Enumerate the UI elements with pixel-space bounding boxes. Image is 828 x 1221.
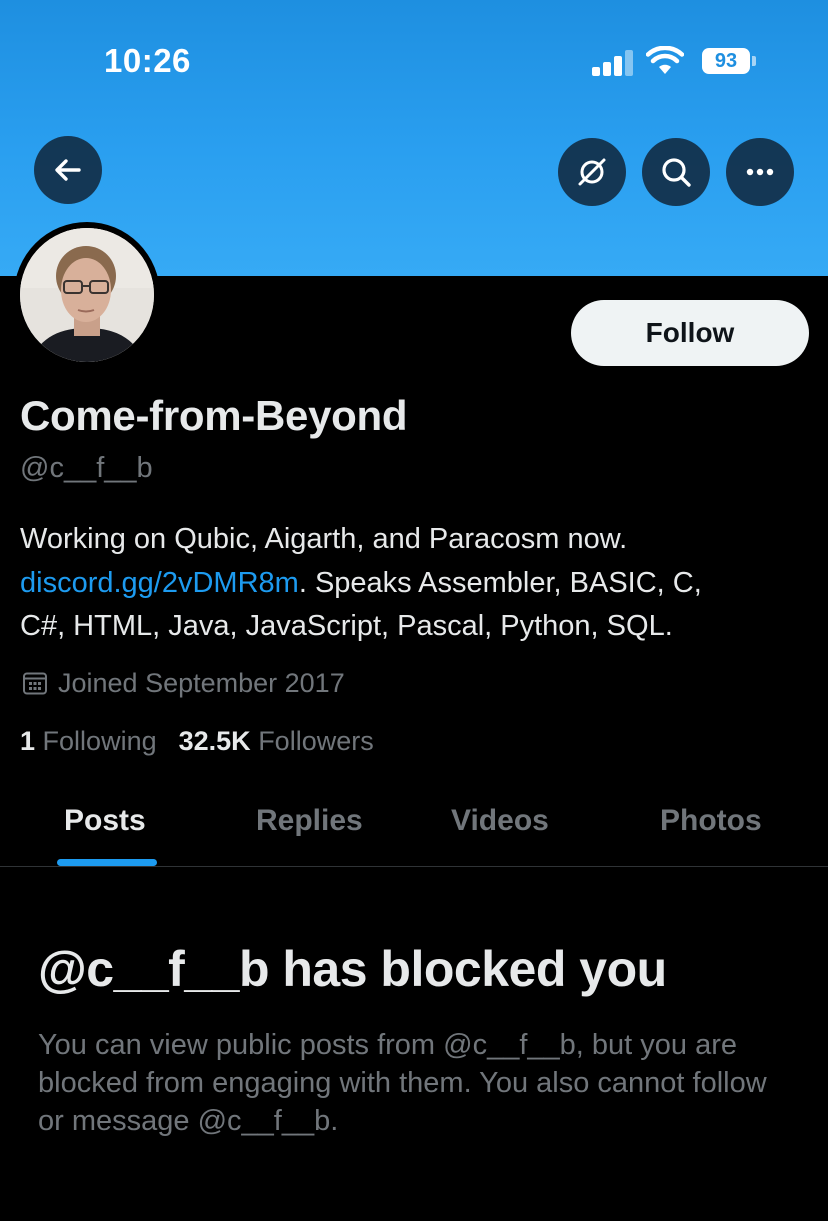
- back-button[interactable]: [34, 136, 102, 204]
- follow-stats: 1 Following 32.5K Followers: [20, 726, 374, 757]
- arrow-left-icon: [55, 159, 81, 181]
- followers-label: Followers: [258, 726, 374, 756]
- following-link[interactable]: 1 Following: [20, 726, 157, 757]
- avatar[interactable]: [14, 222, 160, 368]
- followers-link[interactable]: 32.5K Followers: [179, 726, 374, 757]
- status-time: 10:26: [104, 42, 191, 79]
- tabs-divider: [0, 866, 828, 867]
- bio-line-2-text: . Speaks Assembler, BASIC, C,: [298, 566, 702, 599]
- more-button[interactable]: [726, 138, 794, 206]
- profile-tabs: Posts Replies Videos Photos: [0, 788, 828, 866]
- tab-posts[interactable]: Posts: [64, 804, 146, 838]
- battery-indicator: 93: [702, 48, 750, 74]
- tab-videos[interactable]: Videos: [451, 804, 549, 838]
- grok-button[interactable]: [558, 138, 626, 206]
- follow-button[interactable]: Follow: [571, 300, 809, 366]
- profile-screen: 10:26 93 Follow Come-from-Beyond @c__f__…: [0, 0, 828, 1221]
- search-icon: [662, 158, 691, 187]
- bio-line-2: discord.gg/2vDMR8m. Speaks Assembler, BA…: [20, 562, 810, 606]
- followers-count: 32.5K: [178, 726, 251, 756]
- joined-date: Joined September 2017: [22, 666, 345, 700]
- blocked-title: @c__f__b has blocked you: [38, 941, 667, 997]
- cellular-signal-icon: [592, 50, 636, 76]
- bio-line-3: C#, HTML, Java, JavaScript, Pascal, Pyth…: [20, 610, 673, 642]
- joined-text: Joined September 2017: [58, 667, 345, 698]
- bio-line-1: Working on Qubic, Aigarth, and Paracosm …: [20, 523, 628, 555]
- profile-handle: @c__f__b: [20, 452, 153, 484]
- following-label: Following: [42, 726, 157, 756]
- wifi-icon: [646, 46, 684, 74]
- search-button[interactable]: [642, 138, 710, 206]
- more-horizontal-icon: [746, 168, 774, 176]
- battery-tip: [752, 56, 756, 66]
- blocked-description: You can view public posts from @c__f__b,…: [38, 1029, 767, 1137]
- active-tab-indicator: [57, 859, 157, 866]
- grok-slash-circle-icon: [578, 158, 606, 186]
- bio-link[interactable]: discord.gg/2vDMR8m: [20, 567, 299, 599]
- calendar-icon: [23, 672, 47, 695]
- following-count: 1: [20, 726, 36, 756]
- status-icons: 93: [592, 44, 772, 78]
- tab-replies[interactable]: Replies: [256, 804, 363, 838]
- avatar-photo: [20, 228, 154, 362]
- profile-bio: Working on Qubic, Aigarth, and Paracosm …: [20, 518, 810, 649]
- tab-photos[interactable]: Photos: [660, 804, 762, 838]
- display-name: Come-from-Beyond: [20, 392, 408, 439]
